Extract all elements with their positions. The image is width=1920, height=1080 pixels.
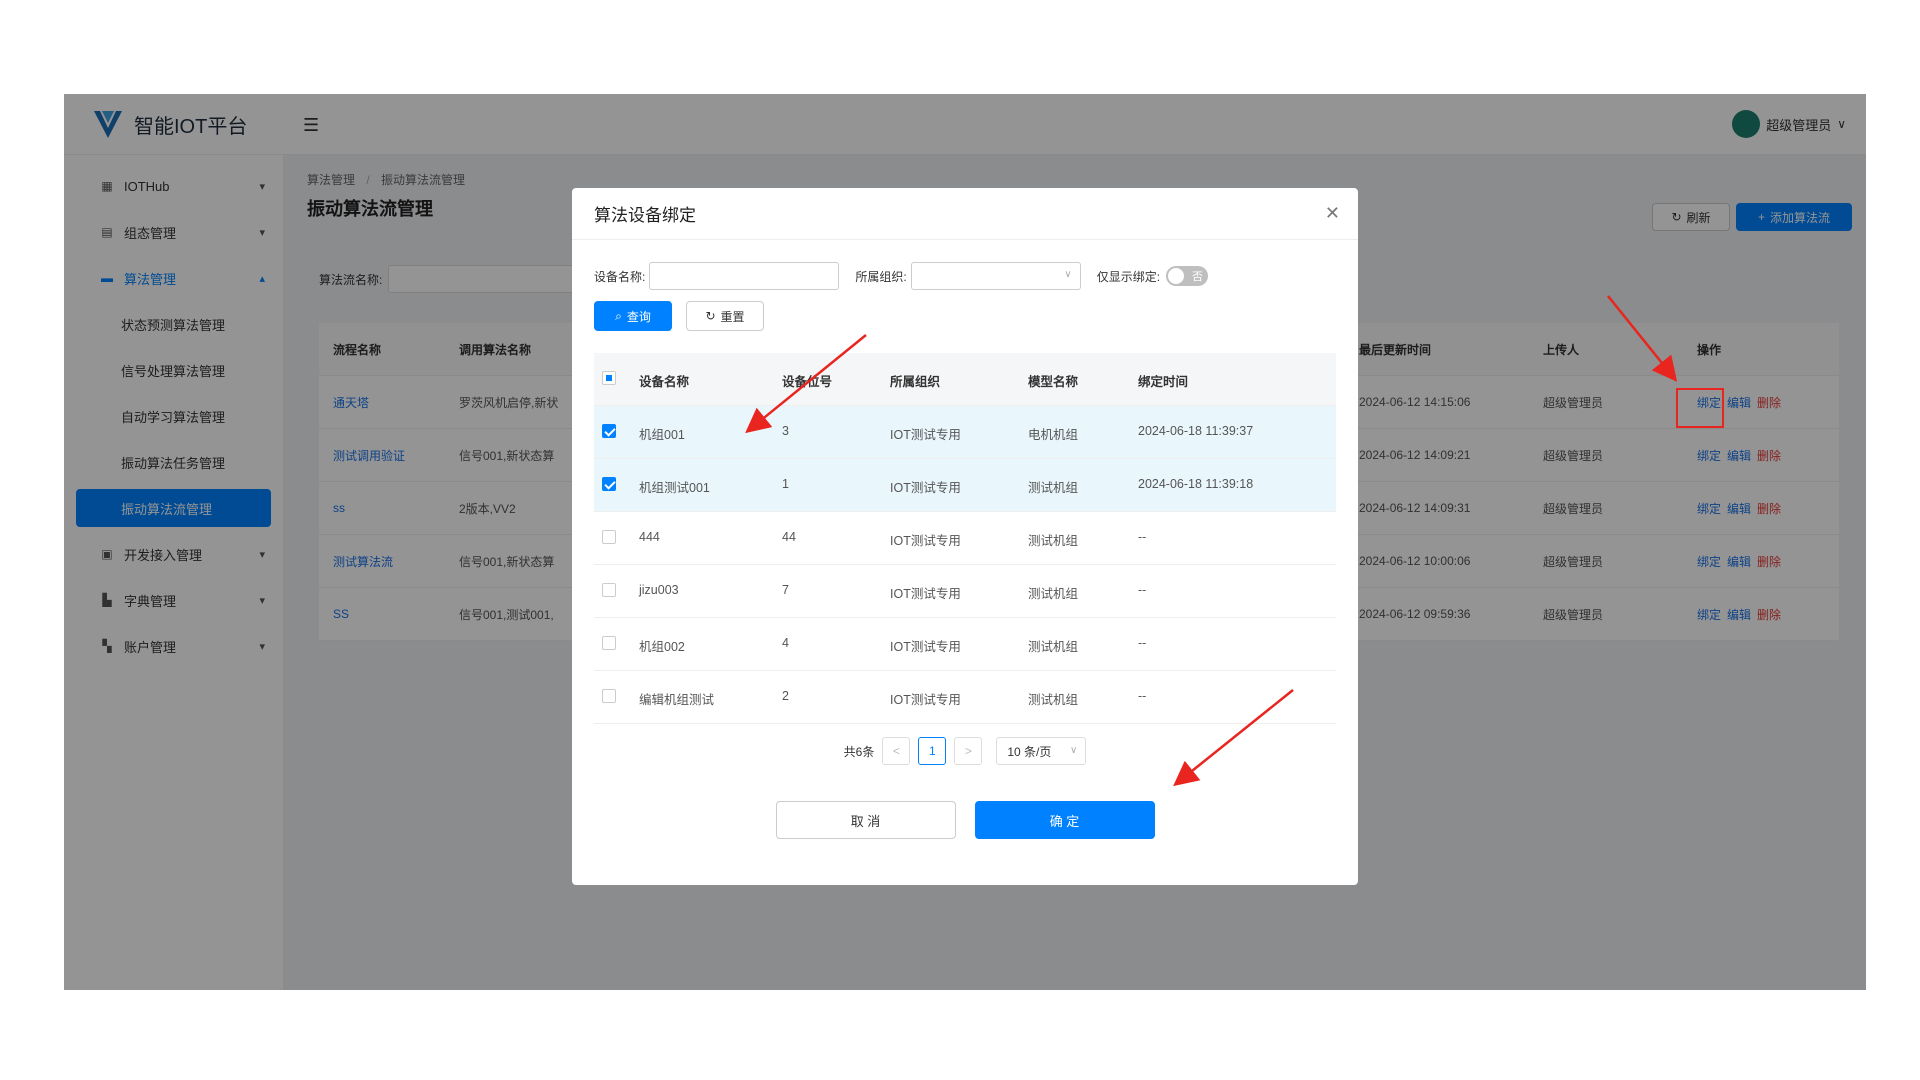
annotation-arrows: [745, 295, 1678, 787]
annotation-arrow: [1173, 689, 1294, 787]
annotation-arrow: [745, 334, 867, 434]
annotation-arrow: [1607, 295, 1678, 382]
